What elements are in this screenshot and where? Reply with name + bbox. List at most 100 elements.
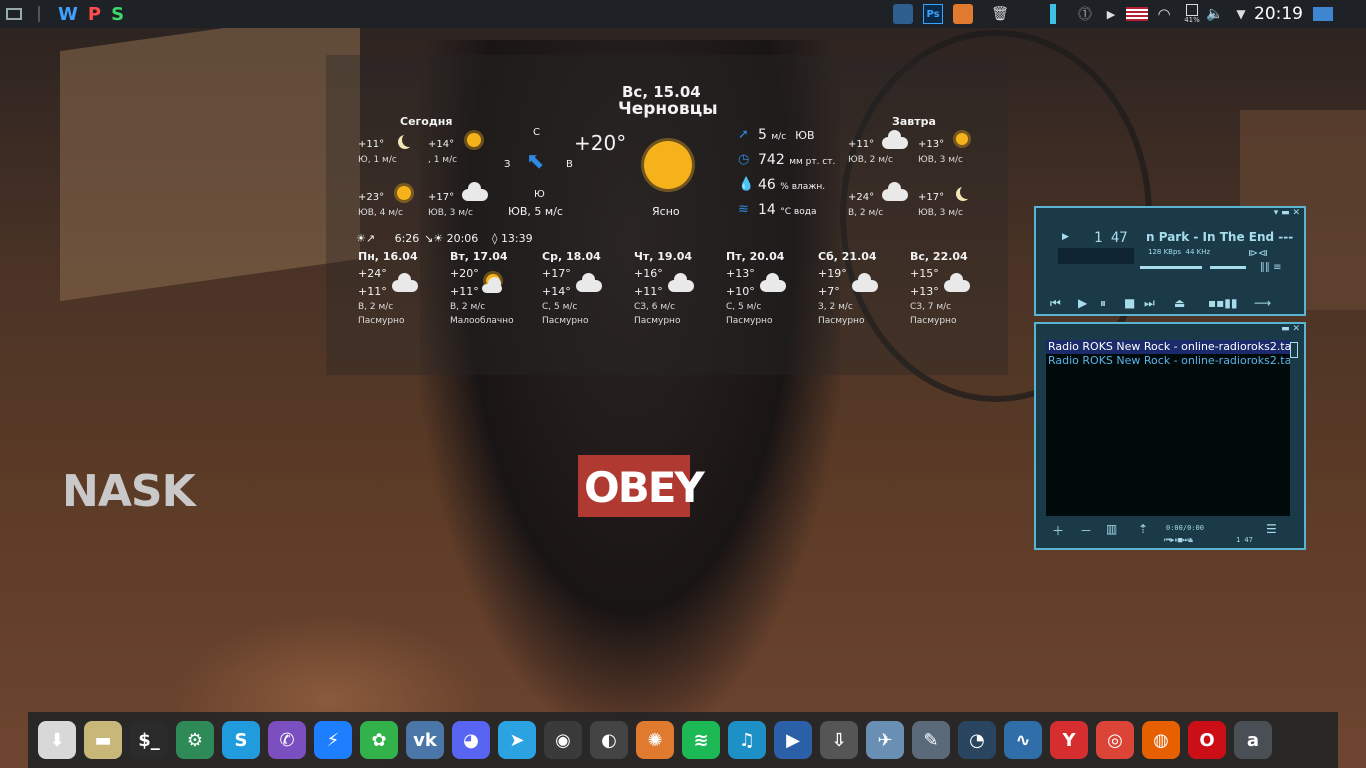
desktop-switch-icon[interactable] <box>1312 4 1334 24</box>
app-launcher-icon[interactable]: a <box>1234 721 1272 759</box>
downloader-icon[interactable]: ⇩ <box>820 721 858 759</box>
chevron-down-icon[interactable]: ▼ <box>1234 4 1248 24</box>
discord-icon[interactable]: ◕ <box>452 721 490 759</box>
misc-button[interactable]: ⇡ <box>1138 522 1148 536</box>
opera-icon[interactable]: O <box>1188 721 1226 759</box>
notifications-icon[interactable]: ⓵ <box>1076 4 1094 24</box>
messenger-icon[interactable]: ⚡ <box>314 721 352 759</box>
select-button[interactable]: ▥ <box>1106 522 1117 536</box>
compass-south: Ю <box>534 189 545 200</box>
terminal-icon[interactable]: $_ <box>130 721 168 759</box>
volume-icon[interactable]: 🔈 <box>1206 4 1224 24</box>
seek-arrow-icon[interactable]: ⟶ <box>1254 296 1271 310</box>
firefox-icon[interactable]: ◍ <box>1142 721 1180 759</box>
yandex-browser-icon[interactable]: Y <box>1050 721 1088 759</box>
today-night-temp: +11° <box>358 139 385 150</box>
viber-icon[interactable]: ✆ <box>268 721 306 759</box>
trash-icon[interactable]: 🗑 <box>991 4 1009 24</box>
forecast-day-label: Чт, 19.04 <box>634 250 693 263</box>
tomorrow-label: Завтра <box>892 115 936 128</box>
water-icon: ≋ <box>738 202 749 217</box>
forecast-high: +19° <box>818 267 847 280</box>
wind-unit: м/с <box>771 132 787 142</box>
player-window-controls[interactable]: ▾ ▬ ✕ <box>1274 208 1300 218</box>
mini-controls[interactable]: ⏮▶⏸■⏭⏏ <box>1164 536 1193 545</box>
video-editor-icon[interactable]: ▶ <box>774 721 812 759</box>
today-evening-wind: ЮВ, 3 м/с <box>428 208 473 218</box>
wps-launcher[interactable]: WPS <box>58 4 134 25</box>
wind-speed: 5 <box>758 127 767 143</box>
show-desktop-icon[interactable] <box>4 4 24 24</box>
playlist-item[interactable]: Radio ROKS New Rock - online-radioroks2.… <box>1046 340 1290 354</box>
player-track-title: n Park - In The End --- <box>1146 230 1294 244</box>
eq-playlist-toggle-icon[interactable]: ⧐⧏ <box>1248 248 1268 259</box>
software-center-icon[interactable]: ⬇ <box>38 721 76 759</box>
telegram-icon[interactable]: ➤ <box>498 721 536 759</box>
vk-icon[interactable]: vk <box>406 721 444 759</box>
eject-button[interactable]: ⏏ <box>1174 296 1185 310</box>
chrome-icon[interactable]: ◎ <box>1096 721 1134 759</box>
skype-icon[interactable]: S <box>222 721 260 759</box>
forecast-low: +13° <box>910 285 939 298</box>
list-options-button[interactable]: ☰ <box>1266 522 1277 536</box>
forecast-day: Сб, 21.04 +19° +7° З, 2 м/с Пасмурно <box>818 250 908 330</box>
next-button[interactable]: ⏭ <box>1144 296 1155 311</box>
battery-icon[interactable]: 41% <box>1182 4 1202 24</box>
playlist-window-controls[interactable]: ▬ ✕ <box>1281 324 1300 334</box>
forecast-day: Ср, 18.04 +17° +14° С, 5 м/с Пасмурно <box>542 250 632 330</box>
forecast-day: Пт, 20.04 +13° +10° С, 5 м/с Пасмурно <box>726 250 816 330</box>
files-icon[interactable]: ▬ <box>84 721 122 759</box>
games-tray-icon[interactable] <box>953 4 973 24</box>
palette-icon[interactable]: ◐ <box>590 721 628 759</box>
compass-east: В <box>566 159 573 170</box>
player-time[interactable]: 1 47 <box>1094 230 1128 246</box>
remove-button[interactable]: － <box>1080 522 1092 539</box>
playlist: Radio ROKS New Rock - online-radioroks2.… <box>1046 340 1290 516</box>
expand-tray-icon[interactable]: ▶ <box>1104 4 1118 24</box>
player-samplerate: 44 KHz <box>1185 248 1211 256</box>
balance-slider[interactable] <box>1210 266 1246 269</box>
obs-icon[interactable]: ◉ <box>544 721 582 759</box>
vpn-icon[interactable] <box>893 4 913 24</box>
sun-icon <box>467 133 481 147</box>
stop-button[interactable]: ■ <box>1124 296 1135 310</box>
wifi-icon[interactable]: ◠ <box>1153 4 1175 24</box>
settings-icon[interactable]: ⚙ <box>176 721 214 759</box>
icq-icon[interactable]: ✿ <box>360 721 398 759</box>
play-button[interactable]: ▶ <box>1078 296 1087 310</box>
cloud-icon <box>882 182 908 201</box>
playlist-time: 0:00/0:00 <box>1166 524 1204 532</box>
day-length: 13:39 <box>500 232 533 245</box>
pen-icon[interactable]: ✎ <box>912 721 950 759</box>
forecast-high: +20° <box>450 267 479 280</box>
add-button[interactable]: ＋ <box>1052 522 1064 539</box>
photos-icon[interactable]: ✺ <box>636 721 674 759</box>
forecast-day-label: Вс, 22.04 <box>910 250 968 263</box>
photoshop-tray-icon[interactable]: Ps <box>923 4 943 24</box>
clock[interactable]: 20:19 <box>1254 4 1303 24</box>
water-temp-value: 14 <box>758 202 776 218</box>
playlist-scrollbar[interactable] <box>1290 342 1298 358</box>
shuffle-repeat-icon[interactable]: ∥∥ ≡ <box>1260 262 1282 273</box>
seek-indicator[interactable]: ▪▪▮▮ <box>1208 296 1237 310</box>
forecast-wind: С, 5 м/с <box>542 302 578 312</box>
forecast-wind: В, 2 м/с <box>450 302 486 312</box>
forecast-day-label: Сб, 21.04 <box>818 250 877 263</box>
previous-button[interactable]: ⏮ <box>1050 296 1061 311</box>
visualizer[interactable] <box>1058 248 1134 264</box>
volume-slider[interactable] <box>1140 266 1202 269</box>
keyboard-layout-flag-icon[interactable] <box>1126 7 1148 21</box>
wine-icon[interactable]: ✈ <box>866 721 904 759</box>
waveform-icon[interactable]: ∿ <box>1004 721 1042 759</box>
playlist-total: 1 47 <box>1236 536 1253 544</box>
playlist-item[interactable]: Radio ROKS New Rock - online-radioroks2.… <box>1046 354 1290 368</box>
speedometer-icon[interactable]: ◔ <box>958 721 996 759</box>
playlist-window: ▬ ✕ Radio ROKS New Rock - online-radioro… <box>1034 322 1306 550</box>
top-panel: WPS Ps 🗑 ⓵ ▶ ◠ 41% 🔈 ▼ 20:19 <box>0 0 1366 28</box>
forecast-low: +7° <box>818 285 840 298</box>
forecast-day-label: Ср, 18.04 <box>542 250 601 263</box>
pause-button[interactable]: ⏸ <box>1100 296 1106 311</box>
spotify-icon[interactable]: ≋ <box>682 721 720 759</box>
sunset-time: 20:06 <box>446 232 479 245</box>
audio-icon[interactable]: ♫ <box>728 721 766 759</box>
